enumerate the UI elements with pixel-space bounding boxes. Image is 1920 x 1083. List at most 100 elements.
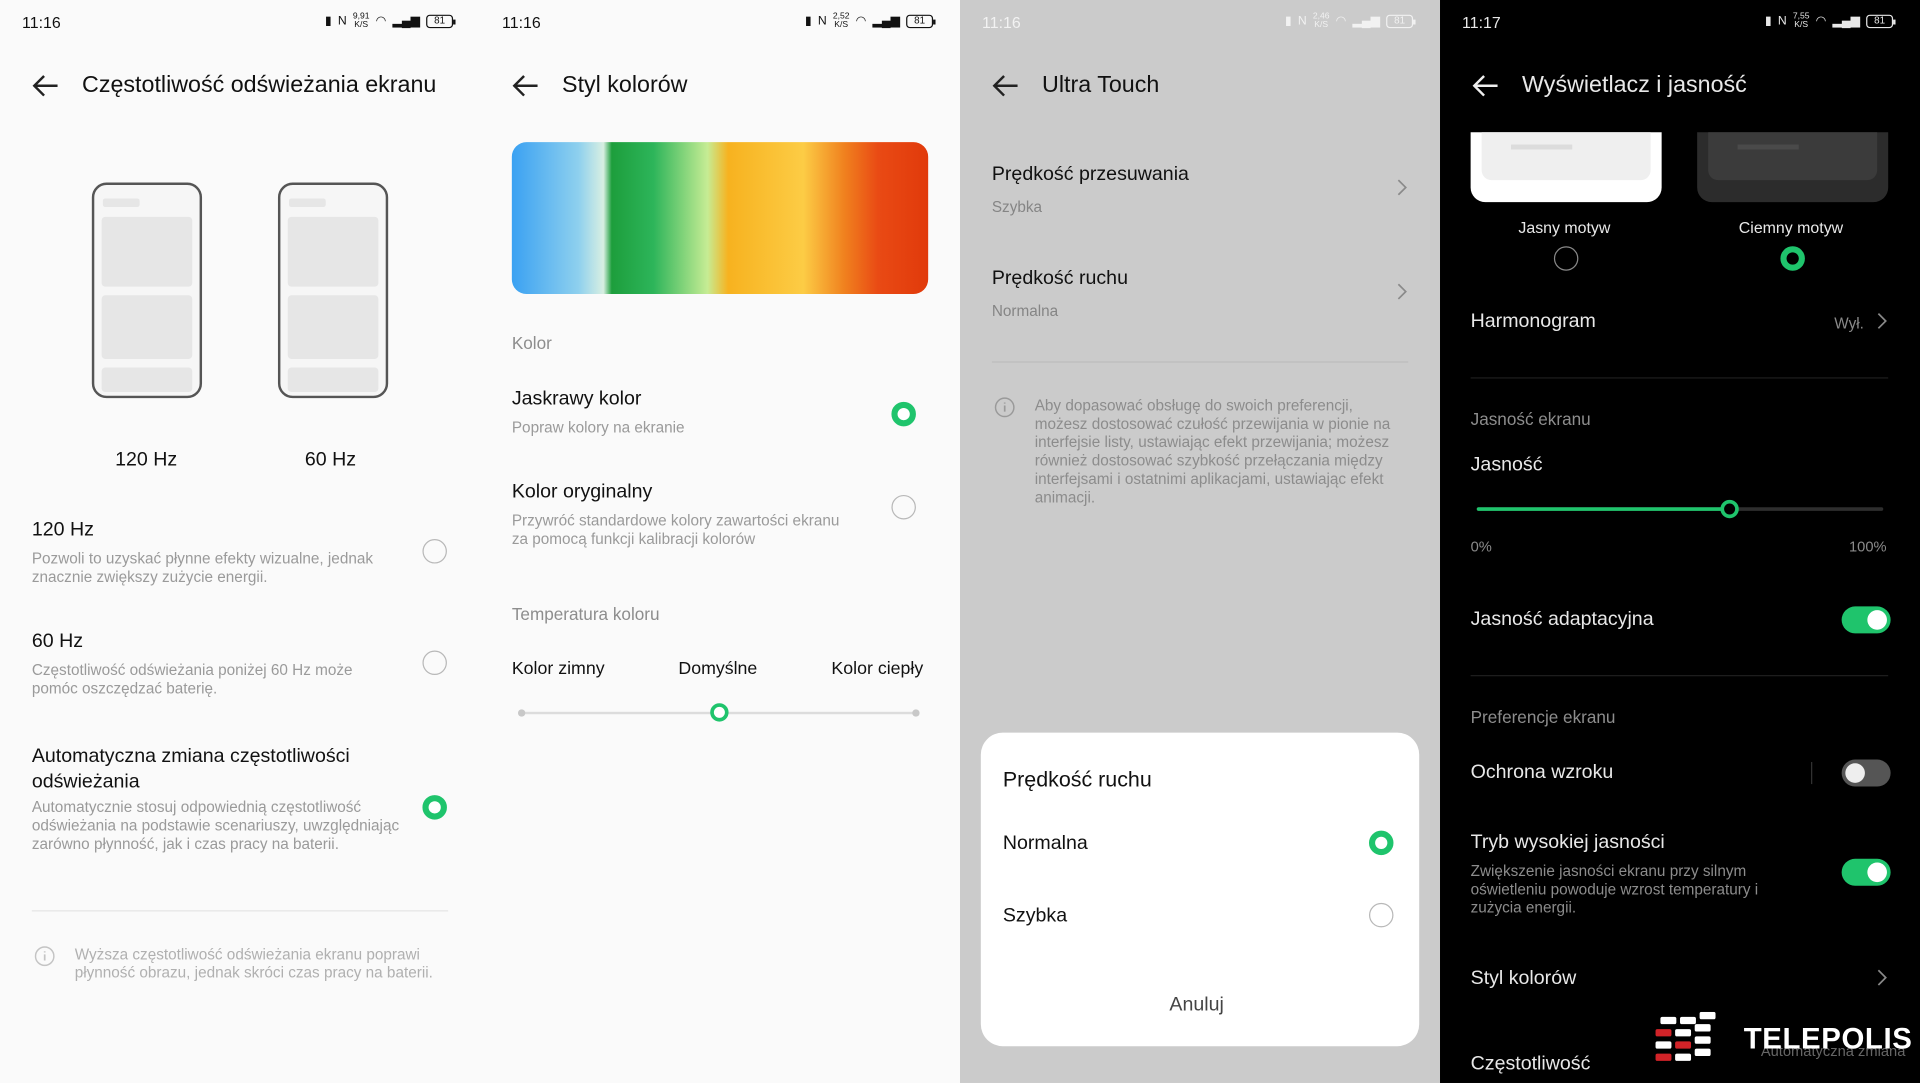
slider-thumb[interactable] [710, 703, 729, 722]
temp-label-cold: Kolor zimny [511, 659, 605, 679]
signal-icon: ▂▄▆ [872, 14, 901, 28]
status-time: 11:16 [982, 13, 1021, 32]
watermark-text: TELEPOLIS [1743, 1022, 1913, 1057]
network-speed: 2,46 K/S [1312, 12, 1330, 30]
status-bar: 11:16 ▮ N 2,52 K/S ◠ ▂▄▆ 81 [480, 12, 960, 34]
radio-60hz[interactable] [422, 650, 447, 676]
network-speed: 7,55 K/S [1792, 12, 1810, 30]
brightness-label: Jasność [1470, 454, 1543, 476]
row-value: Normalna [991, 302, 1059, 320]
theme-label-dark: Ciemny motyw [1738, 218, 1844, 237]
radio-vivid[interactable] [891, 401, 916, 427]
option-description: Częstotliwość odświeżania poniżej 60 Hz … [31, 661, 353, 698]
signal-icon: ▂▄▆ [1832, 14, 1861, 28]
nfc-icon: N [1777, 14, 1787, 28]
brightness-slider[interactable] [1476, 499, 1884, 519]
battery-icon: 81 [1386, 14, 1416, 28]
back-arrow-icon[interactable] [29, 70, 61, 102]
section-header-temperature: Temperatura koloru [511, 603, 660, 624]
theme-preview-light[interactable] [1470, 132, 1662, 203]
phone-illustration-60hz[interactable] [277, 182, 389, 399]
option-description: Automatycznie stosuj odpowiednią częstot… [31, 798, 400, 853]
battery-icon: 81 [426, 14, 456, 28]
option-title: Jaskrawy kolor [511, 388, 642, 410]
phone-label-60hz: 60 Hz [304, 449, 357, 471]
temperature-slider[interactable] [517, 703, 920, 722]
chevron-right-icon [1877, 313, 1887, 329]
section-header-display-prefs: Preferencje ekranu [1470, 706, 1616, 727]
signal-icon: ▂▄▆ [392, 14, 421, 28]
color-style-screen: 11:16 ▮ N 2,52 K/S ◠ ▂▄▆ 81 Styl kolorów … [480, 0, 961, 1083]
radio-original[interactable] [891, 494, 916, 520]
option-title: Automatyczna zmiana częstotliwości odświ… [31, 746, 350, 793]
status-time: 11:16 [22, 13, 61, 32]
theme-label-light: Jasny motyw [1518, 218, 1611, 237]
theme-preview-dark[interactable] [1697, 132, 1889, 203]
chevron-right-icon [1877, 969, 1887, 986]
radio-dark-theme[interactable] [1780, 246, 1805, 271]
brightness-max-label: 100% [1848, 537, 1887, 555]
row-value: Wył. [1834, 314, 1864, 333]
section-header-color: Kolor [511, 333, 552, 353]
row-title: Prędkość przesuwania [991, 164, 1189, 185]
option-label: Szybka [1002, 905, 1068, 927]
footer-note: Aby dopasować obsługę do swoich preferen… [1034, 396, 1391, 506]
battery-icon: 81 [906, 14, 936, 28]
telepolis-logo-icon [1655, 1011, 1716, 1061]
nfc-icon: N [817, 14, 827, 28]
page-title: Ultra Touch [1042, 72, 1160, 99]
option-description: Popraw kolory na ekranie [511, 418, 685, 437]
temp-label-warm: Kolor ciepły [831, 659, 924, 679]
high-brightness-label: Tryb wysokiej jasności [1470, 831, 1665, 853]
vibrate-icon: ▮ [1285, 14, 1292, 28]
option-description: Przywróć standardowe kolory zawartości e… [511, 512, 840, 548]
nfc-icon: N [337, 14, 347, 28]
row-refresh-rate[interactable]: Częstotliwość [1471, 1054, 1591, 1076]
row-title: Prędkość ruchu [991, 268, 1128, 290]
color-preview-image [511, 142, 929, 295]
option-title: 120 Hz [31, 519, 94, 541]
vibrate-icon: ▮ [1765, 14, 1772, 28]
battery-icon: 81 [1866, 14, 1896, 28]
high-brightness-toggle[interactable] [1841, 858, 1891, 886]
status-time: 11:16 [502, 13, 541, 32]
brightness-min-label: 0% [1470, 537, 1492, 555]
radio-fast[interactable] [1368, 902, 1394, 928]
row-title: Styl kolorów [1470, 967, 1577, 989]
nfc-icon: N [1297, 14, 1307, 28]
adaptive-brightness-toggle[interactable] [1841, 606, 1891, 634]
radio-auto[interactable] [422, 795, 447, 820]
status-bar: 11:17 ▮ N 7,55 K/S ◠ ▂▄▆ 81 [1440, 12, 1920, 34]
display-brightness-screen: 11:17 ▮ N 7,55 K/S ◠ ▂▄▆ 81 Wyświetlacz i… [1440, 0, 1920, 1083]
network-speed: 2,52 K/S [832, 12, 850, 30]
cancel-button[interactable]: Anuluj [1169, 995, 1223, 1017]
phone-label-120hz: 120 Hz [115, 449, 178, 471]
chevron-right-icon [1397, 179, 1407, 196]
back-arrow-icon[interactable] [1469, 70, 1501, 102]
network-speed: 9,91 K/S [352, 12, 370, 30]
row-value: Szybka [991, 198, 1043, 216]
eye-protection-label: Ochrona wzroku [1470, 762, 1614, 783]
info-icon [994, 397, 1015, 418]
radio-normal[interactable] [1368, 830, 1394, 856]
section-header-brightness: Jasność ekranu [1470, 409, 1591, 429]
radio-light-theme[interactable] [1553, 246, 1579, 271]
temp-label-default: Domyślne [678, 659, 758, 679]
status-bar: 11:16 ▮ N 9,91 K/S ◠ ▂▄▆ 81 [0, 12, 480, 34]
high-brightness-description: Zwiększenie jasności ekranu przy silnym … [1470, 862, 1759, 917]
wifi-icon: ◠ [1335, 14, 1347, 28]
wifi-icon: ◠ [1815, 14, 1827, 28]
radio-120hz[interactable] [422, 539, 447, 564]
option-label: Normalna [1002, 833, 1088, 854]
phone-illustration-120hz[interactable] [91, 182, 203, 399]
status-bar: 11:16 ▮ N 2,46 K/S ◠ ▂▄▆ 81 [960, 12, 1440, 34]
wifi-icon: ◠ [375, 14, 387, 28]
footer-note: Wyższa częstotliwość odświeżania ekranu … [74, 945, 433, 982]
vibrate-icon: ▮ [325, 14, 332, 28]
page-title: Częstotliwość odświeżania ekranu [82, 72, 437, 99]
ultra-touch-screen: 11:16 ▮ N 2,46 K/S ◠ ▂▄▆ 81 Ultra Touch P… [960, 0, 1441, 1083]
slider-thumb[interactable] [1720, 499, 1739, 519]
eye-protection-toggle[interactable] [1841, 759, 1891, 787]
back-arrow-icon[interactable] [989, 70, 1021, 102]
back-arrow-icon[interactable] [509, 70, 541, 102]
